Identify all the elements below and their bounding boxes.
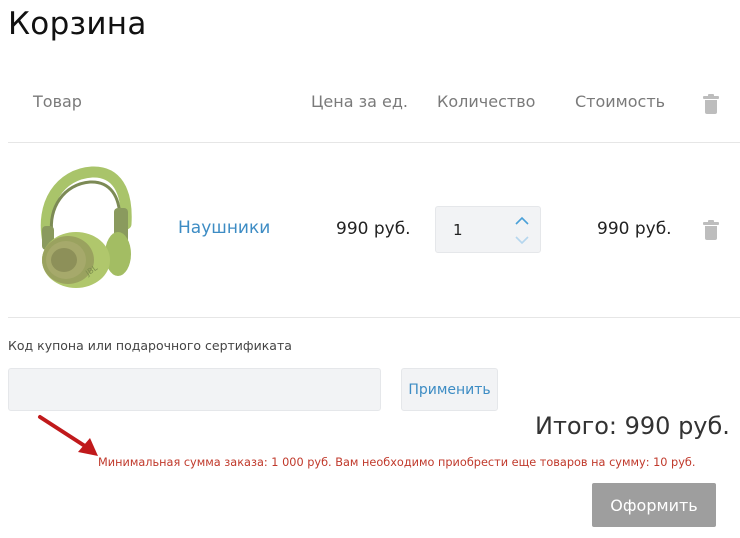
order-total: Итого: 990 руб. bbox=[535, 412, 730, 440]
chevron-down-icon[interactable] bbox=[514, 234, 530, 246]
min-order-warning: Минимальная сумма заказа: 1 000 руб. Вам… bbox=[98, 456, 696, 469]
apply-coupon-button[interactable]: Применить bbox=[401, 368, 498, 411]
remove-item-trash-icon[interactable] bbox=[703, 220, 719, 240]
annotation-arrow-icon bbox=[38, 415, 98, 456]
chevron-up-icon[interactable] bbox=[514, 215, 530, 227]
page-title: Корзина bbox=[8, 6, 147, 42]
column-header-quantity: Количество bbox=[437, 92, 536, 111]
row-cost: 990 руб. bbox=[597, 219, 672, 239]
column-header-product: Товар bbox=[33, 92, 82, 111]
column-header-unit-price: Цена за ед. bbox=[311, 92, 409, 111]
coupon-label: Код купона или подарочного сертификата bbox=[8, 338, 292, 353]
product-name-link[interactable]: Наушники bbox=[178, 218, 270, 238]
unit-price: 990 руб. bbox=[336, 219, 411, 239]
clear-cart-trash-icon[interactable] bbox=[703, 94, 719, 114]
checkout-button[interactable]: Оформить bbox=[592, 483, 716, 527]
quantity-value[interactable]: 1 bbox=[453, 221, 463, 239]
headphones-image[interactable]: JBL bbox=[30, 164, 134, 288]
header-divider bbox=[8, 142, 740, 143]
row-divider bbox=[8, 317, 740, 318]
column-header-cost: Стоимость bbox=[575, 92, 666, 111]
coupon-input[interactable] bbox=[8, 368, 381, 411]
quantity-stepper[interactable]: 1 bbox=[435, 206, 541, 253]
